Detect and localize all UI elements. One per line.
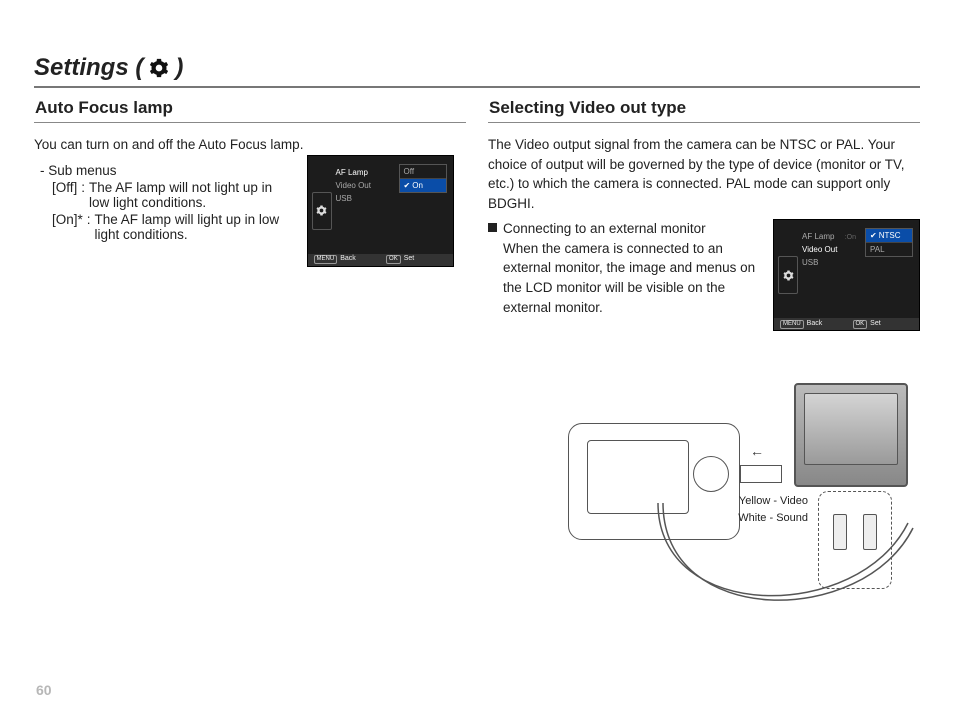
label-yellow-video: Yellow - Video [738,493,808,510]
page-title: Settings ( ) [34,54,920,82]
lcd-menu-item[interactable]: AF Lamp :On [802,230,861,243]
left-column: Auto Focus lamp You can turn on and off … [34,96,466,643]
monitor-icon [794,383,908,487]
lcd-option[interactable]: PAL [866,242,912,256]
submenu-item: [Off] : The AF lamp will not light up in… [52,180,295,210]
title-suffix: ) [175,54,183,82]
submenu-desc: The AF lamp will not light up in low lig… [89,180,289,210]
lcd-menu-list: AF Lamp Video Out USB [336,166,395,205]
cable-color-labels: Yellow - Video White - Sound [738,493,808,526]
square-bullet-icon [488,223,497,232]
right-column: Selecting Video out type The Video outpu… [488,96,920,643]
label-white-sound: White - Sound [738,510,808,527]
title-rule [34,86,920,88]
lcd-set-label[interactable]: Set [870,320,881,327]
section-heading-video-out: Selecting Video out type [488,96,920,123]
lcd-preview-af: AF Lamp Video Out USB Off On MENUBack OK… [307,155,454,267]
submenu-label: - Sub menus [40,163,295,178]
menu-badge: MENU [780,320,804,329]
submenu-key: [Off] [52,180,77,210]
connect-block: Connecting to an external monitor When t… [488,219,759,317]
lcd-option-list: Off On [399,164,447,193]
submenu-desc: The AF lamp will light up in low light c… [95,212,295,242]
lcd-option[interactable]: Off [400,165,446,178]
connect-title: Connecting to an external monitor [503,221,706,236]
gear-icon [149,58,169,78]
lcd-option[interactable]: On [400,178,446,192]
lcd-set-label[interactable]: Set [404,255,415,262]
gear-icon [778,256,798,294]
submenu-sep: : [77,180,89,210]
connection-diagram: ← Yellow - Video White - Sound [488,383,920,643]
lcd-option[interactable]: NTSC [866,229,912,242]
af-intro: You can turn on and off the Auto Focus l… [34,135,466,155]
lcd-option-list: NTSC PAL [865,228,913,257]
lcd-preview-video: AF Lamp :On Video Out USB NTSC PAL MENUB… [773,219,920,331]
submenu-sep: : [83,212,95,242]
submenu-key: [On]* [52,212,83,242]
submenu-item: [On]* : The AF lamp will light up in low… [52,212,295,242]
ok-badge: OK [853,320,868,329]
lcd-back-label[interactable]: Back [807,320,823,327]
lcd-menu-item[interactable]: Video Out [802,243,861,256]
lcd-menu-list: AF Lamp :On Video Out USB [802,230,861,269]
video-intro: The Video output signal from the camera … [488,135,920,213]
rca-jacks-icon [818,491,892,589]
section-heading-af-lamp: Auto Focus lamp [34,96,466,123]
connect-body: When the camera is connected to an exter… [503,239,759,317]
lcd-menu-item[interactable]: Video Out [336,179,395,192]
lcd-footer: MENUBack OKSet [774,318,919,330]
ok-badge: OK [386,255,401,264]
title-prefix: Settings ( [34,54,143,82]
page-number: 60 [36,682,52,698]
lcd-menu-item[interactable]: USB [336,192,395,205]
lcd-back-label[interactable]: Back [340,255,356,262]
usb-plug-icon [740,465,782,483]
lcd-menu-item[interactable]: AF Lamp [336,166,395,179]
arrow-left-icon: ← [750,443,764,459]
menu-badge: MENU [314,255,338,264]
gear-icon [312,192,332,230]
lcd-menu-item[interactable]: USB [802,256,861,269]
submenu-block: - Sub menus [Off] : The AF lamp will not… [34,163,295,242]
lcd-footer: MENUBack OKSet [308,254,453,266]
